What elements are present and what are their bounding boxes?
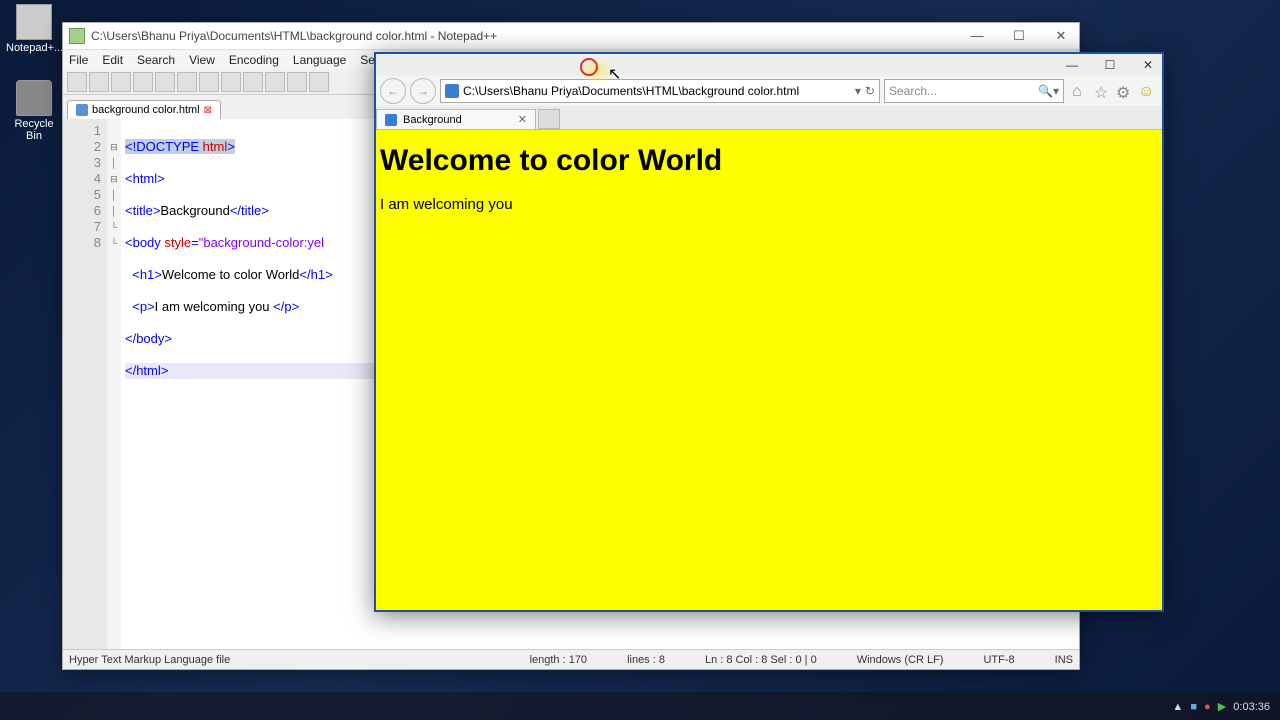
tab-close-icon[interactable]: ✕ [518, 113, 527, 126]
search-placeholder: Search... [889, 84, 937, 98]
search-box[interactable]: Search... 🔍 ▾ [884, 79, 1064, 103]
find-icon[interactable] [309, 72, 329, 92]
settings-icon[interactable]: ⚙ [1116, 83, 1132, 99]
status-ins: INS [1055, 654, 1073, 666]
status-encoding: UTF-8 [983, 654, 1014, 666]
notepadpp-icon [16, 4, 52, 40]
line-number-gutter: 1 2 3 4 5 6 7 8 [63, 119, 107, 653]
taskbar[interactable]: ▲ ■ ● ▶ 0:03:36 [0, 692, 1280, 720]
status-eol: Windows (CR LF) [857, 654, 944, 666]
notepadpp-app-icon [69, 28, 85, 44]
trash-icon [16, 80, 52, 116]
ie-address-bar-row: ← → C:\Users\Bhanu Priya\Documents\HTML\… [376, 76, 1162, 106]
tray-icon[interactable]: ▲ [1172, 701, 1183, 713]
ie-tabbar: Background ✕ [376, 106, 1162, 130]
page-heading: Welcome to color World [380, 144, 1158, 178]
maximize-button[interactable]: ☐ [1100, 58, 1120, 72]
forward-button[interactable]: → [410, 78, 436, 104]
ie-page-icon [385, 114, 397, 126]
url-text: C:\Users\Bhanu Priya\Documents\HTML\back… [463, 84, 799, 98]
close-button[interactable]: ✕ [1138, 58, 1158, 72]
status-position: Ln : 8 Col : 8 Sel : 0 | 0 [705, 654, 817, 666]
ie-window: — ☐ ✕ ← → C:\Users\Bhanu Priya\Documents… [374, 52, 1164, 612]
menu-view[interactable]: View [189, 53, 215, 67]
favorites-icon[interactable]: ☆ [1094, 83, 1110, 99]
menu-encoding[interactable]: Encoding [229, 53, 279, 67]
new-tab-button[interactable] [538, 109, 560, 129]
dropdown-icon[interactable]: ▾ [855, 84, 861, 98]
menu-file[interactable]: File [69, 53, 88, 67]
maximize-button[interactable]: ☐ [1007, 28, 1031, 44]
minimize-button[interactable]: — [965, 28, 989, 44]
search-dropdown-icon[interactable]: ▾ [1053, 84, 1059, 98]
npp-titlebar[interactable]: C:\Users\Bhanu Priya\Documents\HTML\back… [63, 23, 1079, 49]
ie-titlebar[interactable]: — ☐ ✕ [376, 54, 1162, 76]
tab-close-icon[interactable]: ⊠ [204, 105, 212, 116]
tray-icon[interactable]: ▶ [1218, 701, 1226, 713]
page-paragraph: I am welcoming you [380, 196, 1158, 213]
desktop-icon-recycle-bin[interactable]: Recycle Bin [6, 80, 62, 142]
address-bar[interactable]: C:\Users\Bhanu Priya\Documents\HTML\back… [440, 79, 880, 103]
tray-icon[interactable]: ■ [1190, 701, 1197, 713]
close-button[interactable]: ✕ [1049, 28, 1073, 44]
refresh-icon[interactable]: ↻ [865, 84, 875, 98]
tray-icon[interactable]: ● [1204, 701, 1211, 713]
fold-gutter: ⊟│⊟││└└ [107, 119, 121, 653]
clock[interactable]: 0:03:36 [1233, 701, 1270, 713]
home-icon[interactable]: ⌂ [1072, 83, 1088, 99]
mouse-cursor-icon: ↖ [608, 64, 621, 84]
npp-tab-active[interactable]: background color.html ⊠ [67, 100, 221, 119]
search-icon[interactable]: 🔍 [1038, 84, 1053, 98]
npp-title: C:\Users\Bhanu Priya\Documents\HTML\back… [91, 29, 497, 43]
menu-language[interactable]: Language [293, 53, 346, 67]
smiley-icon[interactable]: ☺ [1138, 83, 1154, 99]
npp-tab-label: background color.html [92, 104, 200, 116]
click-indicator [580, 58, 598, 76]
cut-icon[interactable] [199, 72, 219, 92]
system-tray[interactable]: ▲ ■ ● ▶ 0:03:36 [1170, 700, 1272, 713]
menu-search[interactable]: Search [137, 53, 175, 67]
copy-icon[interactable] [221, 72, 241, 92]
status-filetype: Hyper Text Markup Language file [69, 654, 230, 666]
ie-page-icon [445, 84, 459, 98]
file-type-icon [76, 104, 88, 116]
ie-tab-label: Background [403, 114, 462, 126]
ie-tab-active[interactable]: Background ✕ [376, 109, 536, 129]
undo-icon[interactable] [265, 72, 285, 92]
close-file-icon[interactable] [155, 72, 175, 92]
desktop-icon-label: Notepad+... [6, 42, 62, 54]
ie-page-content: Welcome to color World I am welcoming yo… [376, 130, 1162, 610]
npp-statusbar: Hyper Text Markup Language file length :… [63, 649, 1079, 669]
redo-icon[interactable] [287, 72, 307, 92]
print-icon[interactable] [177, 72, 197, 92]
open-file-icon[interactable] [89, 72, 109, 92]
status-lines: lines : 8 [627, 654, 665, 666]
save-icon[interactable] [111, 72, 131, 92]
paste-icon[interactable] [243, 72, 263, 92]
save-all-icon[interactable] [133, 72, 153, 92]
back-button[interactable]: ← [380, 78, 406, 104]
desktop-icon-label: Recycle Bin [6, 118, 62, 142]
new-file-icon[interactable] [67, 72, 87, 92]
desktop-icon-notepadpp[interactable]: Notepad+... [6, 4, 62, 54]
minimize-button[interactable]: — [1062, 58, 1082, 72]
menu-edit[interactable]: Edit [102, 53, 123, 67]
status-length: length : 170 [530, 654, 588, 666]
